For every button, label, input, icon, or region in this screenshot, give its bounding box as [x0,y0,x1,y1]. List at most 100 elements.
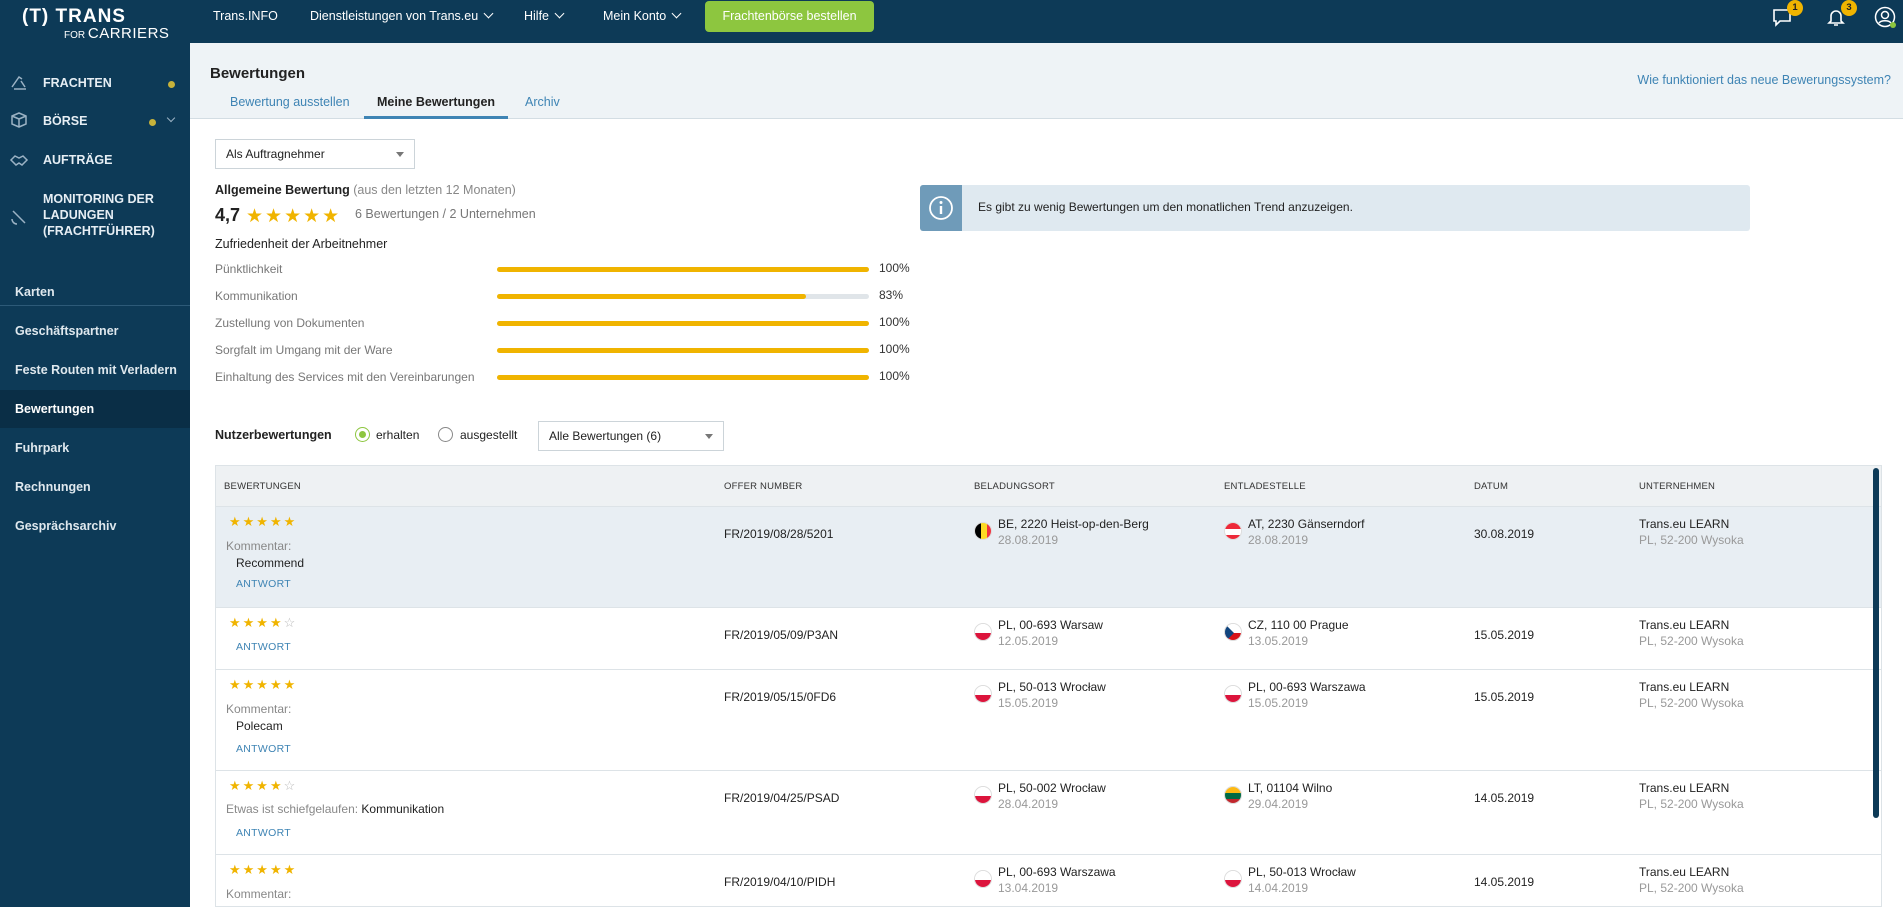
criterion-bar [497,348,869,353]
tab-my-ratings[interactable]: Meine Bewertungen [364,95,508,119]
answer-link[interactable]: ANTWORT [236,827,291,839]
role-select[interactable]: Als Auftragnehmer [215,139,415,169]
sidebar-item-auftraege[interactable]: AUFTRÄGE [0,144,190,174]
company-name[interactable]: Trans.eu LEARN [1639,517,1729,531]
company-name[interactable]: Trans.eu LEARN [1639,618,1729,632]
review-date: 15.05.2019 [1474,690,1535,704]
company-name[interactable]: Trans.eu LEARN [1639,865,1729,879]
offer-number[interactable]: FR/2019/05/15/0FD6 [724,690,836,704]
topnav-transinfo[interactable]: Trans.INFO [213,0,278,33]
criterion-bar [497,321,869,326]
offer-number[interactable]: FR/2019/04/10/PIDH [724,875,835,889]
table-row[interactable]: ★★★★☆ ANTWORT FR/2019/05/09/P3AN PL, 00-… [216,608,1881,670]
topnav-account[interactable]: Mein Konto [603,0,682,33]
unload-date: 28.08.2019 [1248,533,1309,547]
load-date: 15.05.2019 [998,696,1059,710]
tab-archive[interactable]: Archiv [525,95,560,119]
sidebar-item-frachten[interactable]: FRACHTEN [0,67,190,97]
sidebar-item-invoices[interactable]: Rechnungen [0,468,190,506]
table-row[interactable]: ★★★★★ Kommentar: Recommend ANTWORT FR/20… [216,507,1881,608]
unload-place: LT, 01104 Wilno [1248,781,1333,795]
comment-label: Kommentar: [226,539,292,553]
trans-logo[interactable]: (T) TRANS FOR CARRIERS [22,6,172,42]
sidebar-item-boerse[interactable]: BÖRSE [0,105,190,135]
offer-number[interactable]: FR/2019/08/28/5201 [724,527,833,541]
issue-label: Etwas ist schiefgelaufen: Kommunikation [226,802,445,816]
sidebar-item-monitoring[interactable]: MONITORING DER LADUNGEN (FRACHTFÜHRER) [0,189,190,249]
flag-poland-icon [974,870,992,888]
unload-date: 13.05.2019 [1248,634,1309,648]
topnav-help[interactable]: Hilfe [524,0,565,33]
flag-poland-icon [1224,685,1242,703]
radio-issued-label[interactable]: ausgestellt [460,428,517,442]
star-rating-icon: ★★★★★ [229,677,298,692]
table-scrollbar[interactable] [1873,468,1879,818]
user-avatar-icon [1874,6,1896,28]
answer-link[interactable]: ANTWORT [236,641,291,653]
offer-number[interactable]: FR/2019/05/09/P3AN [724,628,838,642]
chevron-down-icon [554,8,565,19]
sidebar-item-karten[interactable]: Karten [0,273,190,311]
page-title: Bewertungen [210,65,306,82]
sidebar-item-ratings[interactable]: Bewertungen [0,390,190,428]
review-date: 14.05.2019 [1474,791,1535,805]
col-header-offer: OFFER NUMBER [724,481,803,492]
company-address: PL, 52-200 Wysoka [1639,797,1744,811]
main-content: Bewertungen Bewertung ausstellen Meine B… [190,43,1903,907]
topnav-services[interactable]: Dienstleistungen von Trans.eu [310,0,494,33]
order-exchange-button[interactable]: Frachtenbörse bestellen [705,1,874,32]
load-date: 13.04.2019 [998,881,1059,895]
how-it-works-link[interactable]: Wie funktioniert das neue Bewerungssyste… [1637,73,1891,87]
chevron-down-icon [483,8,494,19]
criterion-bar-fill [497,348,869,353]
company-address: PL, 52-200 Wysoka [1639,881,1744,895]
flag-poland-icon [1224,870,1242,888]
flag-czechia-icon [1224,623,1242,641]
logo-carriers: CARRIERS [87,25,170,42]
radio-received[interactable] [355,427,370,442]
top-bar: (T) TRANS FOR CARRIERS Trans.INFO Dienst… [0,0,1903,43]
criterion-bar-fill [497,267,869,272]
sidebar-item-routes[interactable]: Feste Routen mit Verladern [0,351,190,389]
trend-info-box: Es gibt zu wenig Bewertungen um den mona… [920,185,1750,231]
radio-received-label[interactable]: erhalten [376,428,419,442]
answer-link[interactable]: ANTWORT [236,578,291,590]
unload-place: AT, 2230 Gänserndorf [1248,517,1365,531]
company-name[interactable]: Trans.eu LEARN [1639,680,1729,694]
criterion-label: Pünktlichkeit [215,262,283,276]
sidebar-item-chat-archive[interactable]: Gesprächsarchiv [0,507,190,545]
criterion-percent: 83% [879,288,904,302]
reviews-table: BEWERTUNGEN OFFER NUMBER BELADUNGSORT EN… [215,465,1882,907]
load-date: 28.04.2019 [998,797,1059,811]
sidebar-item-fleet[interactable]: Fuhrpark [0,429,190,467]
review-date: 15.05.2019 [1474,628,1535,642]
unload-date: 15.05.2019 [1248,696,1309,710]
star-rating-icon: ★★★★☆ [229,615,298,630]
table-row[interactable]: ★★★★☆ Etwas ist schiefgelaufen: Kommunik… [216,771,1881,855]
table-row[interactable]: ★★★★★ Kommentar: Polecam ANTWORT FR/2019… [216,670,1881,771]
handshake-icon [9,155,29,166]
answer-link[interactable]: ANTWORT [236,743,291,755]
criterion-percent: 100% [879,369,910,383]
reviews-filter-select[interactable]: Alle Bewertungen (6) [538,421,724,451]
user-reviews-label: Nutzerbewertungen [215,428,332,442]
offer-number[interactable]: FR/2019/04/25/PSAD [724,791,839,805]
company-name[interactable]: Trans.eu LEARN [1639,781,1729,795]
company-address: PL, 52-200 Wysoka [1639,634,1744,648]
criterion-bar-fill [497,375,869,380]
criterion-percent: 100% [879,261,910,275]
comment-label: Kommentar: [226,887,292,901]
messages-button[interactable]: 1 [1771,0,1803,28]
unload-place: PL, 50-013 Wrocław [1248,865,1356,879]
notifications-button[interactable]: 3 [1825,0,1857,28]
criterion-label: Einhaltung des Services mit den Vereinba… [215,370,475,384]
table-row[interactable]: ★★★★★ Kommentar: FR/2019/04/10/PIDH PL, … [216,855,1881,906]
comment-text: Recommend [236,556,305,570]
radio-issued[interactable] [438,427,453,442]
unload-place: PL, 00-693 Warszawa [1248,680,1366,694]
sidebar-item-partners[interactable]: Geschäftspartner [0,312,190,350]
unload-place: CZ, 110 00 Prague [1248,618,1349,632]
sidebar-item-label: AUFTRÄGE [43,153,113,167]
user-menu-button[interactable] [1874,6,1896,28]
tab-issue-rating[interactable]: Bewertung ausstellen [230,95,350,119]
